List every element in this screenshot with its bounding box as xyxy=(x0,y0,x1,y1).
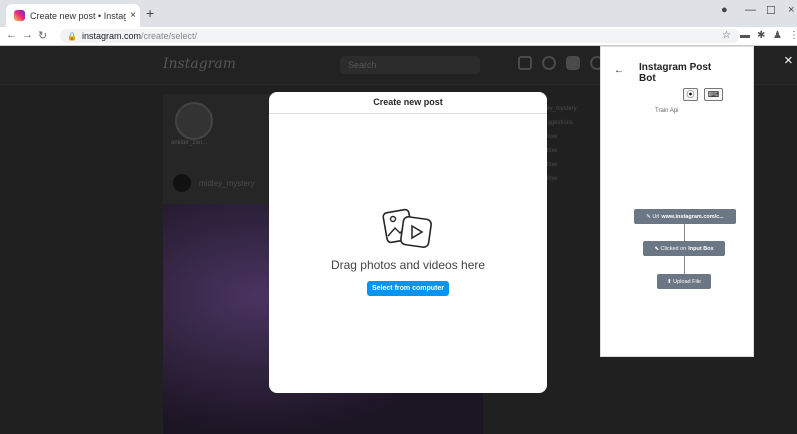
instagram-favicon-icon xyxy=(14,10,25,21)
new-tab-button[interactable]: + xyxy=(146,5,154,21)
account-icon[interactable]: ♟ xyxy=(773,30,782,41)
photo-video-icon xyxy=(382,208,432,248)
bot-title: Instagram Post Bot xyxy=(639,62,712,84)
minimize-button[interactable]: — xyxy=(745,4,756,16)
step-url[interactable]: ✎ Url www.instagram.com/c... xyxy=(634,209,736,224)
record-icon[interactable]: ⦿ xyxy=(683,88,698,101)
reload-icon[interactable]: ↻ xyxy=(38,29,47,42)
modal-close-button[interactable]: × xyxy=(784,52,793,69)
instagram-logo[interactable]: Instagram xyxy=(163,56,236,72)
puzzle-icon[interactable]: ✱ xyxy=(757,30,765,41)
step-url-value: www.instagram.com/c... xyxy=(661,213,724,220)
browser-toolbar: ← → ↻ 🔒 instagram.com /create/select/ ☆ … xyxy=(0,27,797,46)
forward-arrow-icon[interactable]: → xyxy=(22,29,33,41)
create-post-modal: Create new post Drag photos and videos h… xyxy=(269,92,547,393)
bot-back-arrow-icon[interactable]: ← xyxy=(614,65,624,76)
train-api-label: Train Api xyxy=(655,108,679,114)
story-avatar[interactable] xyxy=(175,102,213,140)
address-bar[interactable]: 🔒 instagram.com /create/select/ xyxy=(60,29,740,43)
tab-close-button[interactable]: × xyxy=(126,10,140,21)
star-icon[interactable]: ☆ xyxy=(722,30,731,41)
url-domain: instagram.com xyxy=(81,31,141,41)
messenger-icon[interactable] xyxy=(542,56,556,70)
step-upload-label: ⬆ Upload File xyxy=(667,278,701,285)
step-url-prefix: ✎ Url xyxy=(646,213,660,220)
url-path: /create/select/ xyxy=(141,31,198,41)
profile-icon[interactable]: ● xyxy=(721,4,728,16)
step-connector xyxy=(684,223,685,241)
step-click-target: Input Box xyxy=(688,245,714,252)
post-username[interactable]: midley_mystery xyxy=(199,179,255,188)
modal-title: Create new post xyxy=(269,92,547,114)
browser-tab[interactable]: Create new post • Instagram × xyxy=(6,4,140,27)
maximize-button[interactable]: ☐ xyxy=(766,4,776,17)
home-icon[interactable] xyxy=(518,56,532,70)
post-avatar[interactable] xyxy=(173,174,191,192)
lock-icon: 🔒 xyxy=(67,31,77,41)
drag-drop-text: Drag photos and videos here xyxy=(330,258,486,272)
step-connector xyxy=(684,256,685,274)
extension-icon[interactable]: ▬ xyxy=(740,30,750,41)
step-upload[interactable]: ⬆ Upload File xyxy=(657,274,711,289)
bot-panel: ← Instagram Post Bot ⦿ ⌨ Train Api ✎ Url… xyxy=(600,46,754,357)
tab-title: Create new post • Instagram xyxy=(30,10,126,21)
back-arrow-icon[interactable]: ← xyxy=(6,29,17,41)
story-name: ankiter_zan... xyxy=(171,140,208,146)
step-click-prefix: ⬉ Clicked on xyxy=(654,245,687,252)
new-post-icon[interactable] xyxy=(566,56,580,70)
ig-search-input[interactable]: Search xyxy=(340,56,480,74)
step-click[interactable]: ⬉ Clicked on Input Box xyxy=(643,241,725,256)
window-close-button[interactable]: × xyxy=(788,4,794,16)
keyboard-icon[interactable]: ⌨ xyxy=(704,88,723,101)
menu-icon[interactable]: ⋮ xyxy=(789,30,797,41)
browser-tabbar: Create new post • Instagram × + ● — ☐ × xyxy=(0,0,797,27)
select-from-computer-button[interactable]: Select from computer xyxy=(367,281,449,296)
